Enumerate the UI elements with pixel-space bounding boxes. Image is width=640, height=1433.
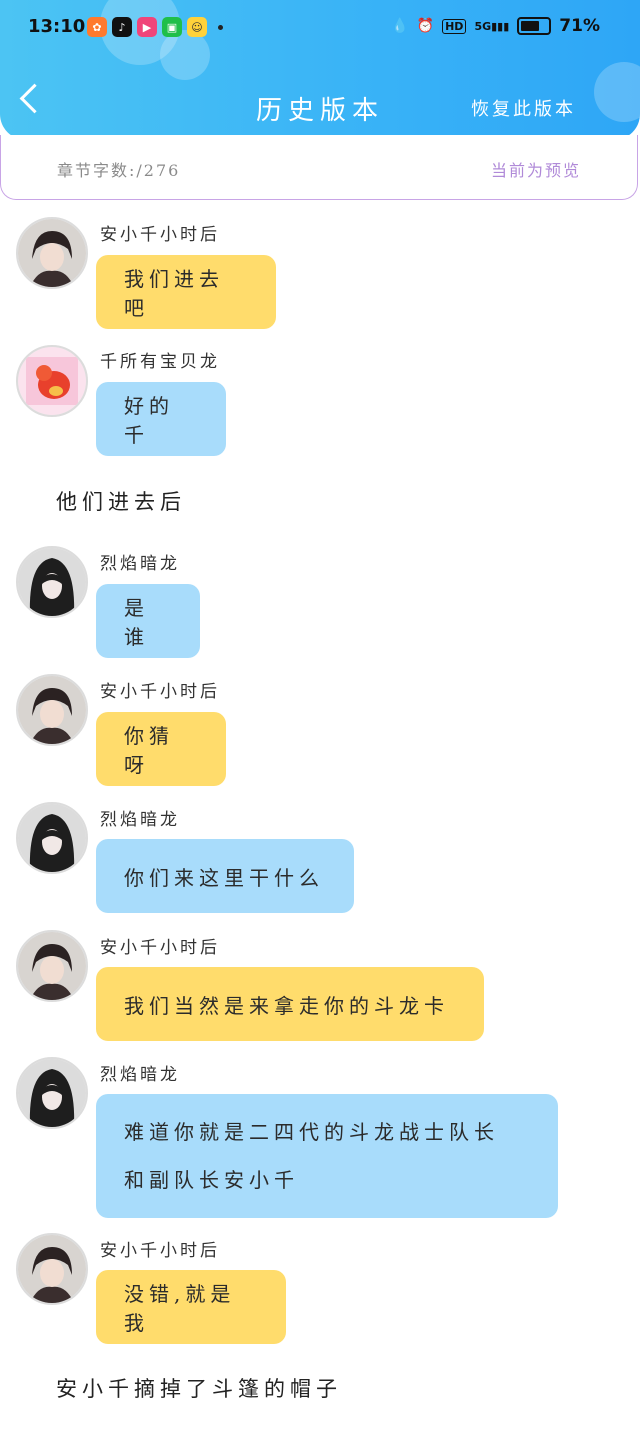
message-bubble[interactable]: 你猜呀 bbox=[96, 712, 226, 786]
hooded-avatar-icon bbox=[18, 548, 86, 616]
avatar[interactable] bbox=[16, 345, 88, 417]
kuaishou-icon: ✿ bbox=[87, 17, 107, 37]
network-label: 5G bbox=[474, 19, 492, 33]
avatar[interactable] bbox=[16, 546, 88, 618]
dragon-avatar-icon bbox=[18, 347, 86, 415]
message-line: 难道你就是二四代的斗龙战士队长 bbox=[124, 1120, 499, 1144]
smile-app-icon: ☺ bbox=[187, 17, 207, 37]
alarm-icon: ⏰ bbox=[416, 18, 435, 34]
avatar[interactable] bbox=[16, 1233, 88, 1305]
message-bubble[interactable]: 你们来这里干什么 bbox=[96, 839, 354, 913]
sender-name: 安小千小时后 bbox=[100, 225, 220, 245]
restore-version-button[interactable]: 恢复此版本 bbox=[471, 95, 576, 121]
iqiyi-icon: ▣ bbox=[162, 17, 182, 37]
avatar[interactable] bbox=[16, 217, 88, 289]
chapter-info-box: 章节字数:/276 当前为预览 bbox=[0, 135, 638, 200]
status-right: 💧 ⏰ HD 5G▮▮▮ 71% bbox=[391, 16, 600, 36]
narration-text: 安小千摘掉了斗篷的帽子 bbox=[56, 1377, 342, 1401]
avatar[interactable] bbox=[16, 802, 88, 874]
battery-icon bbox=[517, 17, 552, 35]
character-avatar-icon bbox=[18, 1235, 86, 1303]
word-count: 章节字数:/276 bbox=[57, 161, 181, 180]
tiktok-icon: ♪ bbox=[112, 17, 132, 37]
avatar[interactable] bbox=[16, 1057, 88, 1129]
hooded-avatar-icon bbox=[18, 804, 86, 872]
message-line: 和副队长安小千 bbox=[124, 1168, 299, 1192]
battery-percent: 71% bbox=[559, 16, 600, 36]
message-bubble[interactable]: 我们当然是来拿走你的斗龙卡 bbox=[96, 967, 484, 1041]
sender-name: 安小千小时后 bbox=[100, 938, 220, 958]
character-avatar-icon bbox=[18, 676, 86, 744]
data-saver-icon: 💧 bbox=[391, 18, 409, 34]
video-app-icon: ▶ bbox=[137, 17, 157, 37]
sender-name: 安小千小时后 bbox=[100, 1241, 220, 1261]
status-bar: 13:10 ✿ ♪ ▶ ▣ ☺ 💧 ⏰ HD 5G▮▮▮ 71% bbox=[0, 12, 640, 44]
sender-name: 烈焰暗龙 bbox=[100, 810, 180, 830]
sender-name: 安小千小时后 bbox=[100, 682, 220, 702]
more-notifications-icon bbox=[218, 24, 223, 30]
narration-text: 他们进去后 bbox=[56, 490, 186, 514]
top-header: 13:10 ✿ ♪ ▶ ▣ ☺ 💧 ⏰ HD 5G▮▮▮ 71% 历史版本 恢复… bbox=[0, 0, 640, 140]
character-avatar-icon bbox=[18, 932, 86, 1000]
sender-name: 千所有宝贝龙 bbox=[100, 352, 220, 372]
hd-icon: HD bbox=[442, 18, 467, 34]
battery-fill bbox=[521, 21, 540, 31]
message-bubble[interactable]: 是谁 bbox=[96, 584, 200, 658]
status-time: 13:10 bbox=[28, 16, 86, 37]
avatar[interactable] bbox=[16, 930, 88, 1002]
hooded-avatar-icon bbox=[18, 1059, 86, 1127]
message-bubble[interactable]: 好的千 bbox=[96, 382, 226, 456]
sender-name: 烈焰暗龙 bbox=[100, 1065, 180, 1085]
signal-5g-icon: 5G▮▮▮ bbox=[474, 19, 510, 33]
message-bubble[interactable]: 没错,就是我 bbox=[96, 1270, 286, 1344]
notification-icons: ✿ ♪ ▶ ▣ ☺ bbox=[87, 17, 223, 37]
message-bubble[interactable]: 难道你就是二四代的斗龙战士队长 和副队长安小千 bbox=[96, 1094, 558, 1218]
character-avatar-icon bbox=[18, 219, 86, 287]
avatar[interactable] bbox=[16, 674, 88, 746]
preview-label: 当前为预览 bbox=[490, 161, 581, 180]
message-bubble[interactable]: 我们进去吧 bbox=[96, 255, 276, 329]
sender-name: 烈焰暗龙 bbox=[100, 554, 180, 574]
